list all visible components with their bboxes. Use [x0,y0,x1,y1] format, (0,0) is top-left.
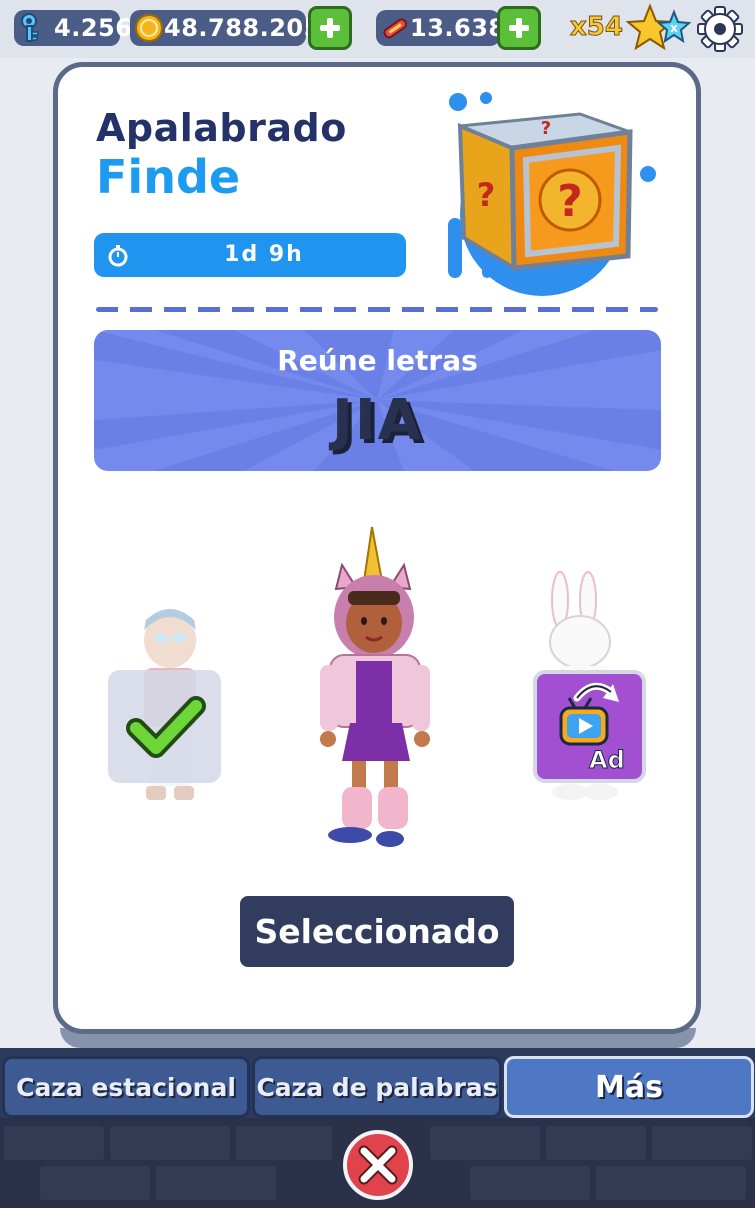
coin-icon [132,11,166,45]
svg-text:?: ? [541,118,551,139]
hoverboard-icon [378,11,412,45]
tab-mas[interactable]: Más [504,1056,754,1118]
hoverboards-value: 13.638 [410,14,506,42]
banner-label: Reúne letras [277,344,478,377]
divider [96,307,658,312]
watch-ad-unlock-button[interactable]: Ad [533,670,646,783]
banner-word: JIA [331,388,423,453]
top-bar: 4.256 48.788.205 13.638 x54 x [0,0,755,58]
svg-text:?: ? [557,176,583,227]
tab-caza-de-palabras[interactable]: Caza de palabras [252,1056,502,1118]
mystery-box-icon: ? ? ? [448,92,656,296]
coins-counter: 48.788.205 [130,10,320,46]
coins-value: 48.788.205 [164,14,321,42]
keys-value: 4.256 [54,14,133,42]
keys-counter: 4.256 [14,10,132,46]
buy-coins-button[interactable] [308,6,352,50]
event-title: Apalabrado [96,106,347,150]
close-icon [358,1145,398,1185]
selected-button[interactable]: Seleccionado [240,896,514,967]
score-multiplier: x54 [570,12,624,43]
settings-gear-icon[interactable] [695,4,745,54]
key-icon [16,11,50,45]
svg-text:?: ? [477,176,496,214]
buy-hoverboards-button[interactable] [497,6,541,50]
owned-outfit-tile[interactable] [108,670,221,783]
event-timer: 1d 9h [94,233,406,277]
hoverboards-counter: 13.638 [376,10,505,46]
timer-text: 1d 9h [224,242,304,267]
close-button[interactable] [343,1130,413,1200]
character-jia-unicorn[interactable] [312,525,442,855]
tab-caza-estacional[interactable]: Caza estacional [2,1056,250,1118]
plus-icon [320,18,340,38]
star-icon[interactable]: x [626,2,692,56]
checkmark-icon [126,696,206,758]
plus-icon [509,18,529,38]
event-subtitle: Finde [96,150,241,204]
word-banner: Reúne letras JIA [94,330,661,471]
svg-text:x: x [670,21,678,35]
ad-label: Ad [589,746,626,775]
